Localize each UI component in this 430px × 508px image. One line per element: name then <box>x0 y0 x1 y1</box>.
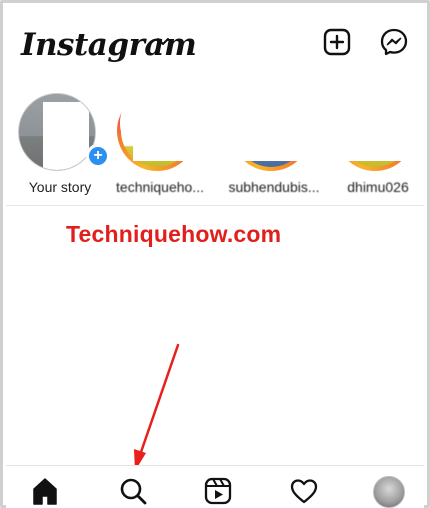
top-header: Instagram <box>17 21 413 65</box>
story-item-own[interactable]: + Your story <box>17 83 110 201</box>
watermark-text: Techniquehow.com <box>66 221 282 247</box>
add-story-plus-icon[interactable]: + <box>86 144 110 168</box>
redaction-cover <box>133 83 425 161</box>
stories-tray: + Your story techniqueho... subhendubis.… <box>3 83 427 201</box>
annotation-arrow <box>134 343 180 471</box>
reels-icon[interactable] <box>203 476 233 506</box>
messenger-icon[interactable] <box>379 27 409 57</box>
app-frame: Instagram + Your story techniqueho... su… <box>0 0 430 508</box>
heart-icon[interactable] <box>289 476 319 506</box>
bottom-tab-bar <box>6 465 424 508</box>
profile-avatar[interactable] <box>373 476 405 508</box>
home-icon[interactable] <box>30 476 60 506</box>
new-post-icon[interactable] <box>322 27 352 57</box>
story-name: Your story <box>28 179 92 195</box>
own-story-avatar <box>18 93 96 171</box>
chevron-down-icon[interactable] <box>155 34 171 50</box>
search-icon[interactable] <box>118 476 148 506</box>
story-name: subhendubis... <box>228 179 320 195</box>
story-name: techniqueho... <box>116 179 204 195</box>
story-name: dhimu026 <box>347 179 409 195</box>
stories-divider <box>6 205 424 206</box>
